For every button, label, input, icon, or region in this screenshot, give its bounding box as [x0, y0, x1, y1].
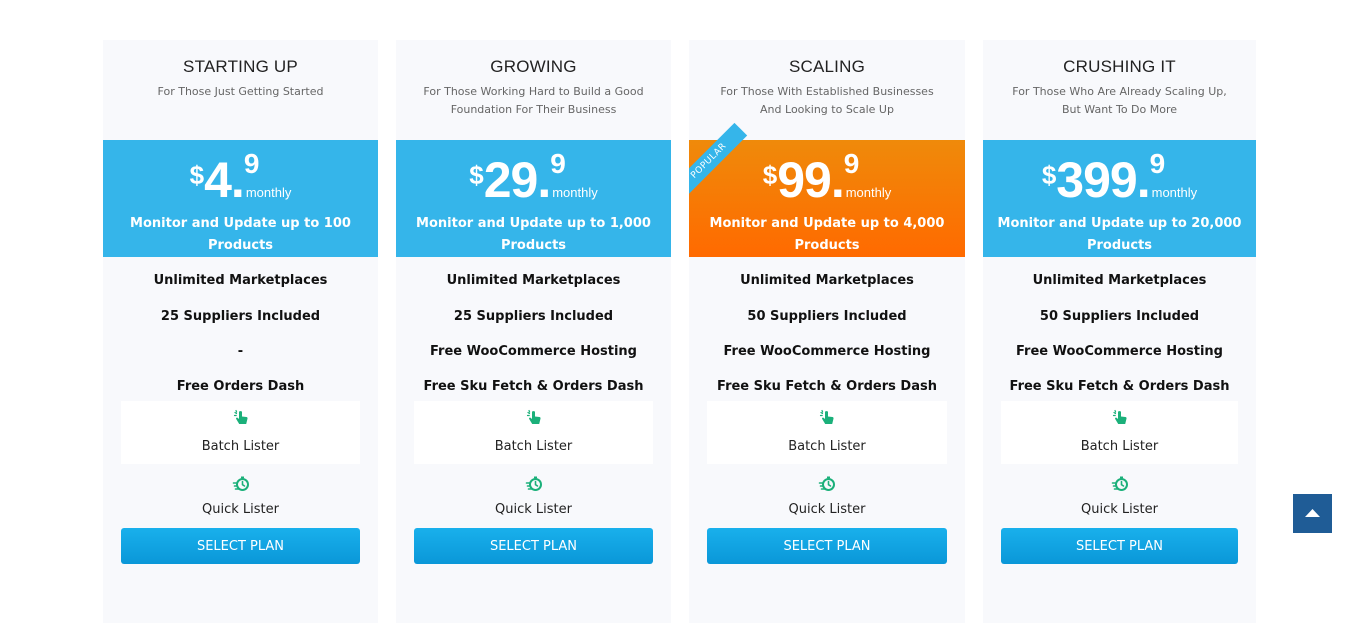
price-period: monthly — [245, 185, 292, 200]
price-currency: $ — [189, 160, 205, 190]
price: $4. 9 monthly — [103, 148, 378, 210]
pointer-hand-icon — [1112, 409, 1127, 424]
plan-subtitle: For Those With Established Businesses An… — [720, 85, 934, 116]
price-band: $29. 9 monthly Monitor and Update up to 1,… — [396, 140, 671, 257]
pricing-plans: STARTING UP For Those Just Getting Start… — [103, 40, 1256, 623]
feature-item: Unlimited Marketplaces — [446, 273, 621, 288]
plan-subtitle: For Those Just Getting Started — [157, 85, 324, 98]
tool-label: Quick Lister — [788, 502, 866, 517]
select-plan-button[interactable]: SELECT PLAN — [414, 528, 653, 564]
feature-item: Free Sku Fetch & Orders Dash — [1009, 379, 1230, 394]
price-cents: 9 — [243, 148, 260, 179]
feature-item: Unlimited Marketplaces — [1032, 273, 1207, 288]
feature-item: Free Orders Dash — [176, 379, 305, 394]
plan-card-starting-up: STARTING UP For Those Just Getting Start… — [103, 40, 378, 623]
price-currency: $ — [762, 160, 778, 190]
tool-label: Quick Lister — [1081, 502, 1158, 517]
tool-label: Batch Lister — [494, 439, 573, 454]
plan-subtitle: For Those Working Hard to Build a Good F… — [423, 85, 644, 116]
price-band: $4. 9 monthly Monitor and Update up to 100… — [103, 140, 378, 257]
select-plan-button[interactable]: SELECT PLAN — [707, 528, 947, 564]
fast-timer-icon — [1111, 476, 1128, 491]
price-amount: 29. — [483, 152, 552, 208]
pointer-hand-icon — [819, 409, 834, 424]
plan-product-limit: Monitor and Update up to 100 Products — [130, 216, 351, 253]
feature-item: Free WooCommerce Hosting — [723, 344, 931, 359]
feature-item: 25 Suppliers Included — [453, 309, 614, 324]
price-amount: 399. — [1056, 152, 1150, 208]
feature-item: Free WooCommerce Hosting — [1016, 344, 1223, 359]
plan-title: SCALING — [788, 57, 866, 76]
select-plan-button[interactable]: SELECT PLAN — [1001, 528, 1238, 564]
feature-item: Unlimited Marketplaces — [740, 273, 914, 288]
price-amount: 4. — [204, 152, 245, 208]
plan-title: GROWING — [490, 57, 577, 76]
tool-batch-lister: Batch Lister — [707, 401, 947, 464]
price-period: monthly — [552, 185, 598, 200]
price: $399. 9 monthly — [983, 148, 1256, 210]
tool-label: Quick Lister — [495, 502, 572, 517]
price-band: POPULAR $99. 9 monthly Monitor and Update … — [689, 122, 965, 257]
tool-label: Batch Lister — [1080, 439, 1159, 454]
feature-item: 50 Suppliers Included — [747, 309, 907, 324]
price-cents: 9 — [550, 148, 566, 179]
plan-card-scaling: SCALING For Those With Established Busin… — [689, 40, 965, 623]
pointer-hand-icon — [233, 409, 248, 424]
feature-item: Unlimited Marketplaces — [153, 273, 328, 288]
scroll-to-top-button[interactable] — [1293, 494, 1332, 533]
plan-product-limit: Monitor and Update up to 1,000 Products — [416, 216, 651, 253]
feature-item: 50 Suppliers Included — [1039, 309, 1200, 324]
price-band: $399. 9 monthly Monitor and Update up to 2… — [983, 140, 1256, 257]
price-period: monthly — [1151, 185, 1198, 200]
plan-product-limit: Monitor and Update up to 20,000 Products — [997, 216, 1242, 253]
price: $29. 9 monthly — [396, 148, 671, 210]
plan-subtitle: For Those Who Are Already Scaling Up, Bu… — [1012, 85, 1227, 116]
feature-item: Free WooCommerce Hosting — [430, 344, 637, 359]
tool-label: Batch Lister — [788, 439, 866, 454]
feature-item: Free Sku Fetch & Orders Dash — [717, 379, 937, 394]
tool-batch-lister: Batch Lister — [121, 401, 360, 464]
tool-label: Batch Lister — [201, 439, 280, 454]
fast-timer-icon — [818, 476, 835, 491]
select-plan-button[interactable]: SELECT PLAN — [121, 528, 360, 564]
tool-batch-lister: Batch Lister — [1001, 401, 1238, 464]
plan-title: CRUSHING IT — [1063, 57, 1176, 76]
plan-title: STARTING UP — [183, 57, 298, 76]
price-currency: $ — [469, 160, 484, 190]
feature-item: 25 Suppliers Included — [160, 309, 321, 324]
pointer-hand-icon — [526, 409, 541, 424]
price-period: monthly — [845, 185, 892, 200]
plan-card-crushing-it: CRUSHING IT For Those Who Are Already Sc… — [983, 40, 1256, 623]
plan-product-limit: Monitor and Update up to 4,000 Products — [709, 216, 945, 253]
price-currency: $ — [1041, 160, 1057, 190]
price-amount: 99. — [777, 152, 845, 208]
price: $99. 9 monthly — [689, 148, 965, 210]
arrow-up-icon — [1305, 509, 1320, 517]
feature-item: Free Sku Fetch & Orders Dash — [423, 379, 644, 394]
price-cents: 9 — [1149, 148, 1166, 179]
plan-card-growing: GROWING For Those Working Hard to Build … — [396, 40, 671, 623]
fast-timer-icon — [232, 476, 249, 491]
tool-label: Quick Lister — [202, 502, 279, 517]
tool-batch-lister: Batch Lister — [414, 401, 653, 464]
feature-item: - — [237, 344, 244, 359]
fast-timer-icon — [525, 476, 542, 491]
price-cents: 9 — [843, 148, 860, 179]
